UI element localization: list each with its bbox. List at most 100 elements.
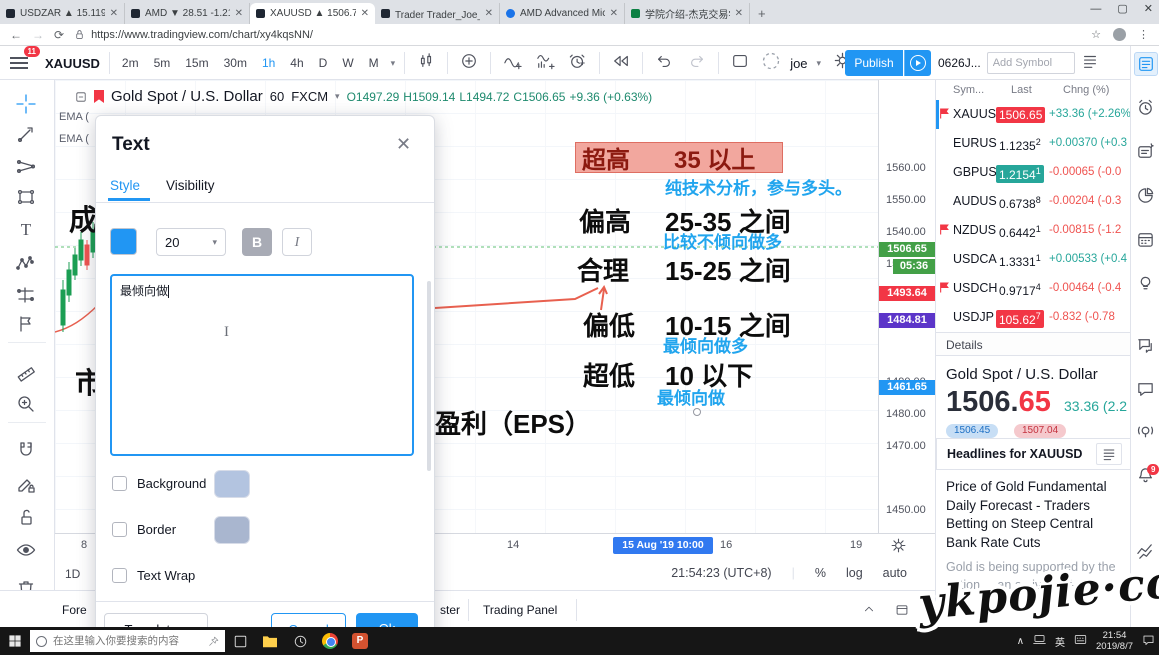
watchlist-row[interactable]: EURUS 1.12352 +0.00370 (+0.3 xyxy=(936,129,1130,158)
new-tab-button[interactable]: + xyxy=(758,6,766,21)
hidden-icons-chevron[interactable]: ∧ xyxy=(1017,636,1024,647)
axis-settings-gear-icon[interactable] xyxy=(890,537,907,557)
zoom-in-tool-icon[interactable] xyxy=(14,392,38,416)
annotation-row[interactable]: 合理15-25 之间 xyxy=(577,251,791,288)
border-checkbox[interactable] xyxy=(112,522,127,537)
ema-indicator-label[interactable]: EMA ( xyxy=(59,111,89,123)
undo-icon[interactable] xyxy=(652,52,676,75)
flag-icon[interactable] xyxy=(939,223,950,241)
window-close-button[interactable]: ✕ xyxy=(1144,2,1153,15)
range-selector-1d[interactable]: 1D xyxy=(65,567,80,581)
chrome-icon[interactable] xyxy=(315,633,345,649)
strategy-tester-tab-fragment[interactable]: ster xyxy=(440,603,460,617)
annotation-eps-text[interactable]: 盈利（EPS） xyxy=(435,404,591,441)
chart-style-icon[interactable] xyxy=(414,52,438,75)
shapes-tool-icon[interactable] xyxy=(14,185,38,209)
tab-visibility[interactable]: Visibility xyxy=(166,178,215,193)
log-scale-toggle[interactable]: log xyxy=(846,566,863,580)
powerpoint-icon[interactable]: P xyxy=(345,633,375,649)
ideas-lightbulb-icon[interactable] xyxy=(1136,274,1156,294)
watchlist-row[interactable]: USDCH 0.97174 -0.00464 (-0.4 xyxy=(936,274,1130,303)
tab-close-icon[interactable]: ✕ xyxy=(235,8,243,19)
interval-30m[interactable]: 30m xyxy=(221,54,250,72)
interval-1h-active[interactable]: 1h xyxy=(259,54,278,72)
annotation-note[interactable]: 纯技术分析，参与多头。 xyxy=(665,174,852,199)
panel-layout-icon[interactable] xyxy=(894,603,910,620)
annotation-text-area[interactable]: 最倾向做 I xyxy=(110,274,414,456)
watchlist-row[interactable]: USDJP 105.627 -0.832 (-0.78 xyxy=(936,303,1130,332)
watchlist-row[interactable]: XAUUS 1506.65 +33.36 (+2.26% xyxy=(936,100,1130,129)
interval-15m[interactable]: 15m xyxy=(182,54,211,72)
watchlist-row[interactable]: USDCA 1.33311 +0.00533 (+0.4 xyxy=(936,245,1130,274)
crosshair-tool-icon[interactable] xyxy=(14,92,38,116)
interval-4h[interactable]: 4h xyxy=(287,54,306,72)
browser-tab[interactable]: AMD ▼ 28.51 -1.21% joe✕ xyxy=(125,3,250,24)
screener-tab-fragment[interactable]: Fore xyxy=(62,603,87,617)
tab-close-icon[interactable]: ✕ xyxy=(735,8,743,19)
bar-replay-icon[interactable] xyxy=(609,52,633,75)
watchlist-row[interactable]: GBPUS 1.21541 -0.00065 (-0.0 xyxy=(936,158,1130,187)
public-chats-icon[interactable] xyxy=(1136,336,1156,356)
percent-scale-toggle[interactable]: % xyxy=(815,566,826,580)
browser-menu-icon[interactable]: ⋮ xyxy=(1138,28,1149,41)
news-headline[interactable]: Price of Gold Fundamental Daily Forecast… xyxy=(946,478,1124,552)
annotation-highlight-box[interactable]: 超高35 以上 xyxy=(575,142,783,173)
bookmark-star-icon[interactable]: ☆ xyxy=(1091,28,1101,41)
legend-dropdown-icon[interactable]: ▾ xyxy=(335,91,340,102)
alerts-clock-icon[interactable] xyxy=(1136,98,1156,118)
watchlist-row[interactable]: AUDUS 0.67388 -0.00204 (-0.3 xyxy=(936,187,1130,216)
streams-icon[interactable] xyxy=(1136,422,1156,442)
tab-close-icon[interactable]: ✕ xyxy=(610,8,618,19)
watchlist-tab-name[interactable]: 0626J... xyxy=(938,56,981,70)
indicator-templates-icon[interactable] xyxy=(533,52,557,75)
laptop-icon[interactable] xyxy=(1033,634,1046,648)
layout-dropdown-icon[interactable]: ▾ xyxy=(817,58,822,69)
chart-legend[interactable]: Gold Spot / U.S. Dollar 60 FXCM ▾ O1497.… xyxy=(75,88,656,105)
publish-button[interactable]: Publish xyxy=(845,50,903,76)
taskbar-clock[interactable]: 21:542019/8/7 xyxy=(1096,630,1133,652)
window-restore-button[interactable]: ▢ xyxy=(1117,2,1127,15)
watchlist-row[interactable]: NZDUS 0.64421 -0.00815 (-1.2 xyxy=(936,216,1130,245)
indicators-icon[interactable] xyxy=(500,52,524,75)
browser-tab[interactable]: AMD Advanced Micro Device✕ xyxy=(500,3,625,24)
main-menu-icon[interactable]: 11 xyxy=(10,54,36,72)
flag-icon[interactable] xyxy=(939,107,950,125)
pattern-tool-icon[interactable] xyxy=(14,252,38,276)
text-tool-icon[interactable]: T xyxy=(14,218,38,242)
dialog-close-icon[interactable]: ✕ xyxy=(396,134,411,155)
ask-pill[interactable]: 1507.04 xyxy=(1014,424,1066,438)
tab-close-icon[interactable]: ✕ xyxy=(110,8,118,19)
data-window-icon[interactable] xyxy=(1136,142,1156,162)
file-explorer-icon[interactable] xyxy=(255,634,285,648)
redo-icon[interactable] xyxy=(685,52,709,75)
chart-clock[interactable]: 21:54:23 (UTC+8) xyxy=(671,566,771,580)
hide-drawings-eye-icon[interactable] xyxy=(14,538,38,562)
italic-button[interactable]: I xyxy=(282,228,312,256)
touch-keyboard-icon[interactable] xyxy=(1074,634,1087,648)
flag-icon[interactable] xyxy=(939,281,950,299)
legend-symbol-name[interactable]: Gold Spot / U.S. Dollar xyxy=(111,88,263,105)
annotation-flag-tool-icon[interactable] xyxy=(14,312,38,336)
collapse-panel-chevron-icon[interactable] xyxy=(862,603,876,618)
bold-button[interactable]: B xyxy=(242,228,272,256)
trend-line-tool-icon[interactable] xyxy=(14,122,38,146)
interval-dropdown-icon[interactable]: ▾ xyxy=(391,58,396,69)
drawing-mode-tool-icon[interactable] xyxy=(14,472,38,496)
browser-tab[interactable]: 学院介绍-杰克交易学院-中国顶✕ xyxy=(625,3,750,24)
interval-M[interactable]: M xyxy=(366,54,382,72)
browser-tab[interactable]: USDZAR ▲ 15.11940 +1.32%✕ xyxy=(0,3,125,24)
auto-scale-toggle[interactable]: auto xyxy=(883,566,907,580)
interval-2m[interactable]: 2m xyxy=(119,54,142,72)
publish-video-button[interactable] xyxy=(904,50,931,76)
border-checkbox-row[interactable]: Border xyxy=(112,522,176,537)
taskbar-search-input[interactable] xyxy=(53,635,202,647)
bid-pill[interactable]: 1506.45 xyxy=(946,424,998,438)
annotation-note[interactable]: 比较不倾向做多 xyxy=(663,228,782,253)
background-color-swatch[interactable] xyxy=(214,470,250,498)
interval-W[interactable]: W xyxy=(339,54,356,72)
details-section-header[interactable]: Details xyxy=(936,332,1130,356)
layout-avatar-icon[interactable] xyxy=(761,51,781,76)
profile-avatar[interactable] xyxy=(1113,28,1126,41)
private-chat-icon[interactable] xyxy=(1136,380,1156,400)
forward-icon[interactable]: → xyxy=(32,28,44,42)
